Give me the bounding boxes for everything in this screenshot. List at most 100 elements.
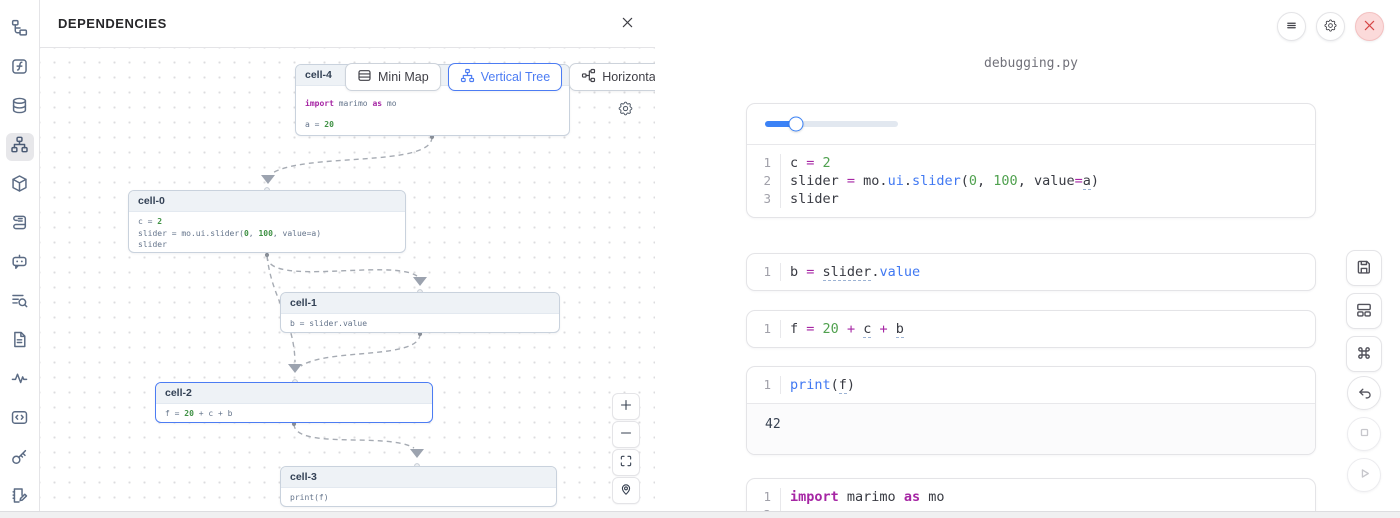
horizontal-tree-button[interactable]: Horizontal Tree: [569, 63, 655, 91]
document-icon: [10, 330, 29, 354]
fit-icon: [619, 454, 633, 471]
node-title: cell-0: [129, 191, 405, 212]
sidebar-item-datasources[interactable]: [6, 94, 34, 122]
notebook-pen-icon: [10, 486, 29, 510]
gear-icon: [1323, 18, 1338, 36]
dependencies-panel-header: DEPENDENCIES: [40, 0, 655, 48]
horizontal-tree-label: Horizontal Tree: [602, 70, 655, 84]
shortcuts-button[interactable]: [1346, 336, 1382, 372]
play-icon: [1356, 465, 1373, 485]
graph-node-cell-0[interactable]: cell-0c = 2slider = mo.ui.slider(0, 100,…: [128, 190, 406, 253]
htree-icon: [581, 68, 596, 86]
close-icon: [1362, 18, 1377, 36]
node-code: f = 20 + c + b: [156, 404, 432, 423]
scroll-icon: [10, 213, 29, 237]
slider-widget[interactable]: [765, 121, 898, 127]
pulse-icon: [10, 369, 29, 393]
graph-node-cell-1[interactable]: cell-1b = slider.value: [280, 292, 560, 333]
slider-thumb[interactable]: [788, 117, 803, 132]
vtree-icon: [460, 68, 475, 86]
node-code: import marimo as moa = 20: [296, 86, 569, 136]
sidebar-item-scratchpad[interactable]: [6, 484, 34, 512]
graph-node-cell-3[interactable]: cell-3print(f): [280, 466, 557, 507]
node-title: cell-2: [156, 383, 432, 404]
key-icon: [10, 447, 29, 471]
close-icon: [620, 15, 635, 33]
save-icon: [1355, 258, 1373, 279]
undo-icon: [1356, 383, 1373, 403]
sidebar-item-secrets[interactable]: [6, 445, 34, 473]
close-panel-button[interactable]: [615, 12, 639, 36]
zoom-out-button[interactable]: [612, 421, 640, 448]
graph-settings-button[interactable]: [610, 95, 640, 125]
sidebar-item-variables[interactable]: [6, 55, 34, 83]
function-icon: [10, 57, 29, 81]
database-icon: [10, 96, 29, 120]
notebook-cell-b-cell: 1b = slider.value: [746, 253, 1316, 291]
code-box-icon: [10, 408, 29, 432]
sidebar: [0, 0, 40, 518]
sidebar-item-explorer[interactable]: [6, 16, 34, 44]
fit-view-button[interactable]: [612, 449, 640, 476]
notebook-filename: debugging.py: [746, 56, 1316, 71]
code-editor[interactable]: 1print(f): [747, 367, 1315, 403]
node-code: c = 2slider = mo.ui.slider(0, 100, value…: [129, 212, 405, 253]
plus-icon: [619, 398, 633, 415]
layout-icon: [1355, 301, 1373, 322]
notebook-panel: debugging.py 123c = 2slider = mo.ui.slid…: [656, 0, 1400, 518]
code-lines: print(f): [781, 376, 855, 394]
sidebar-item-chat[interactable]: [6, 250, 34, 278]
code-editor[interactable]: 123c = 2slider = mo.ui.slider(0, 100, va…: [747, 145, 1315, 217]
code-lines: c = 2slider = mo.ui.slider(0, 100, value…: [781, 154, 1099, 208]
code-lines: f = 20 + c + b: [781, 320, 904, 338]
sidebar-item-tracing[interactable]: [6, 367, 34, 395]
save-button[interactable]: [1346, 250, 1382, 286]
graph-toolbar: Mini Map Vertical Tree Horizontal Tree: [345, 63, 655, 91]
line-numbers: 123: [747, 154, 781, 208]
notebook-cell-print-cell: 1print(f)42: [746, 366, 1316, 455]
graph-icon: [10, 135, 29, 159]
undo-button[interactable]: [1347, 376, 1381, 410]
sidebar-item-documentation[interactable]: [6, 211, 34, 239]
sidebar-item-packages[interactable]: [6, 172, 34, 200]
list-search-icon: [10, 291, 29, 315]
minimap-icon: [357, 68, 372, 86]
file-tree-icon: [10, 18, 29, 42]
code-editor[interactable]: 1b = slider.value: [747, 254, 1315, 290]
zoom-controls: [612, 393, 640, 504]
pin-icon: [619, 482, 633, 499]
node-title: cell-3: [281, 467, 556, 488]
app-header-actions: [1277, 12, 1384, 41]
notebook-cell-f-cell: 1f = 20 + c + b: [746, 310, 1316, 348]
minus-icon: [619, 426, 633, 443]
mini-map-button[interactable]: Mini Map: [345, 63, 441, 91]
settings-button[interactable]: [1316, 12, 1345, 41]
sidebar-item-outline[interactable]: [6, 328, 34, 356]
robot-chat-icon: [10, 252, 29, 276]
zoom-in-button[interactable]: [612, 393, 640, 420]
interrupt-button[interactable]: [1347, 417, 1381, 451]
sidebar-item-snippets[interactable]: [6, 406, 34, 434]
node-code: print(f): [281, 488, 556, 507]
sidebar-item-logs[interactable]: [6, 289, 34, 317]
menu-button[interactable]: [1277, 12, 1306, 41]
app-footer: [0, 511, 1400, 518]
graph-node-cell-2[interactable]: cell-2f = 20 + c + b: [155, 382, 433, 423]
node-title: cell-1: [281, 293, 559, 314]
vertical-tree-button[interactable]: Vertical Tree: [448, 63, 562, 91]
marimo-app: DEPENDENCIES cell-4import marimo as moa …: [0, 0, 1400, 518]
sidebar-item-dependencies[interactable]: [6, 133, 34, 161]
layout-button[interactable]: [1346, 293, 1382, 329]
code-lines: b = slider.value: [781, 263, 920, 281]
run-button[interactable]: [1347, 458, 1381, 492]
cell-output-area: [747, 104, 1315, 145]
locate-button[interactable]: [612, 477, 640, 504]
shutdown-button[interactable]: [1355, 12, 1384, 41]
cell-console-output: 42: [747, 403, 1315, 454]
gear-icon: [617, 100, 634, 120]
dependencies-panel: DEPENDENCIES cell-4import marimo as moa …: [40, 0, 655, 518]
notebook-actions: [1346, 250, 1382, 372]
line-numbers: 1: [747, 376, 781, 394]
vertical-tree-label: Vertical Tree: [481, 70, 550, 84]
code-editor[interactable]: 1f = 20 + c + b: [747, 311, 1315, 347]
